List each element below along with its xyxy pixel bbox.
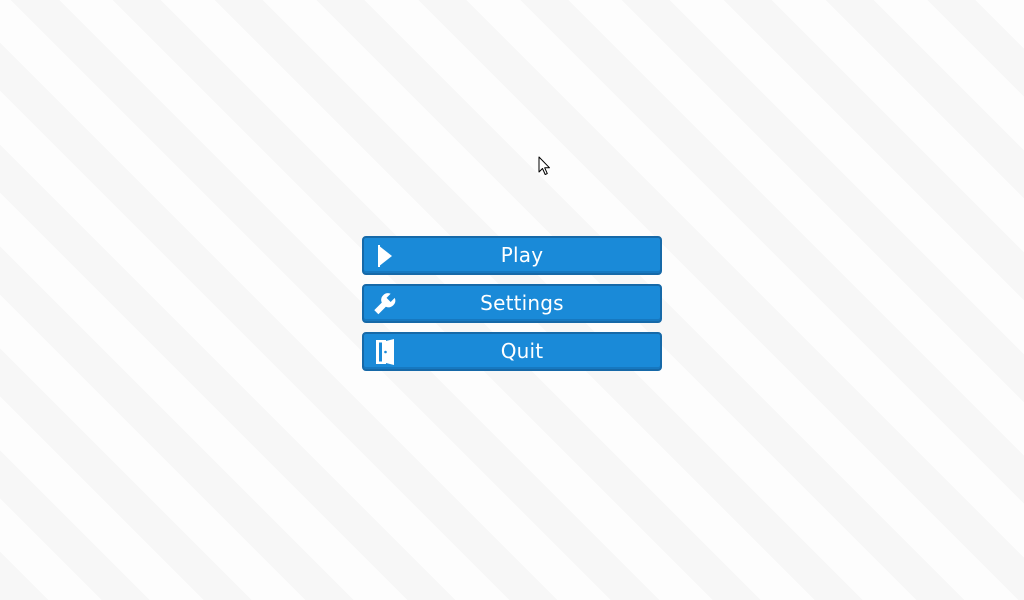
- arrow-cursor-icon: [538, 156, 552, 176]
- main-menu: Play Settings Quit: [362, 236, 662, 380]
- play-label: Play: [500, 243, 544, 267]
- settings-button[interactable]: Settings: [362, 284, 662, 323]
- quit-label: Quit: [500, 339, 544, 363]
- settings-label: Settings: [480, 291, 564, 315]
- play-button[interactable]: Play: [362, 236, 662, 275]
- quit-button[interactable]: Quit: [362, 332, 662, 371]
